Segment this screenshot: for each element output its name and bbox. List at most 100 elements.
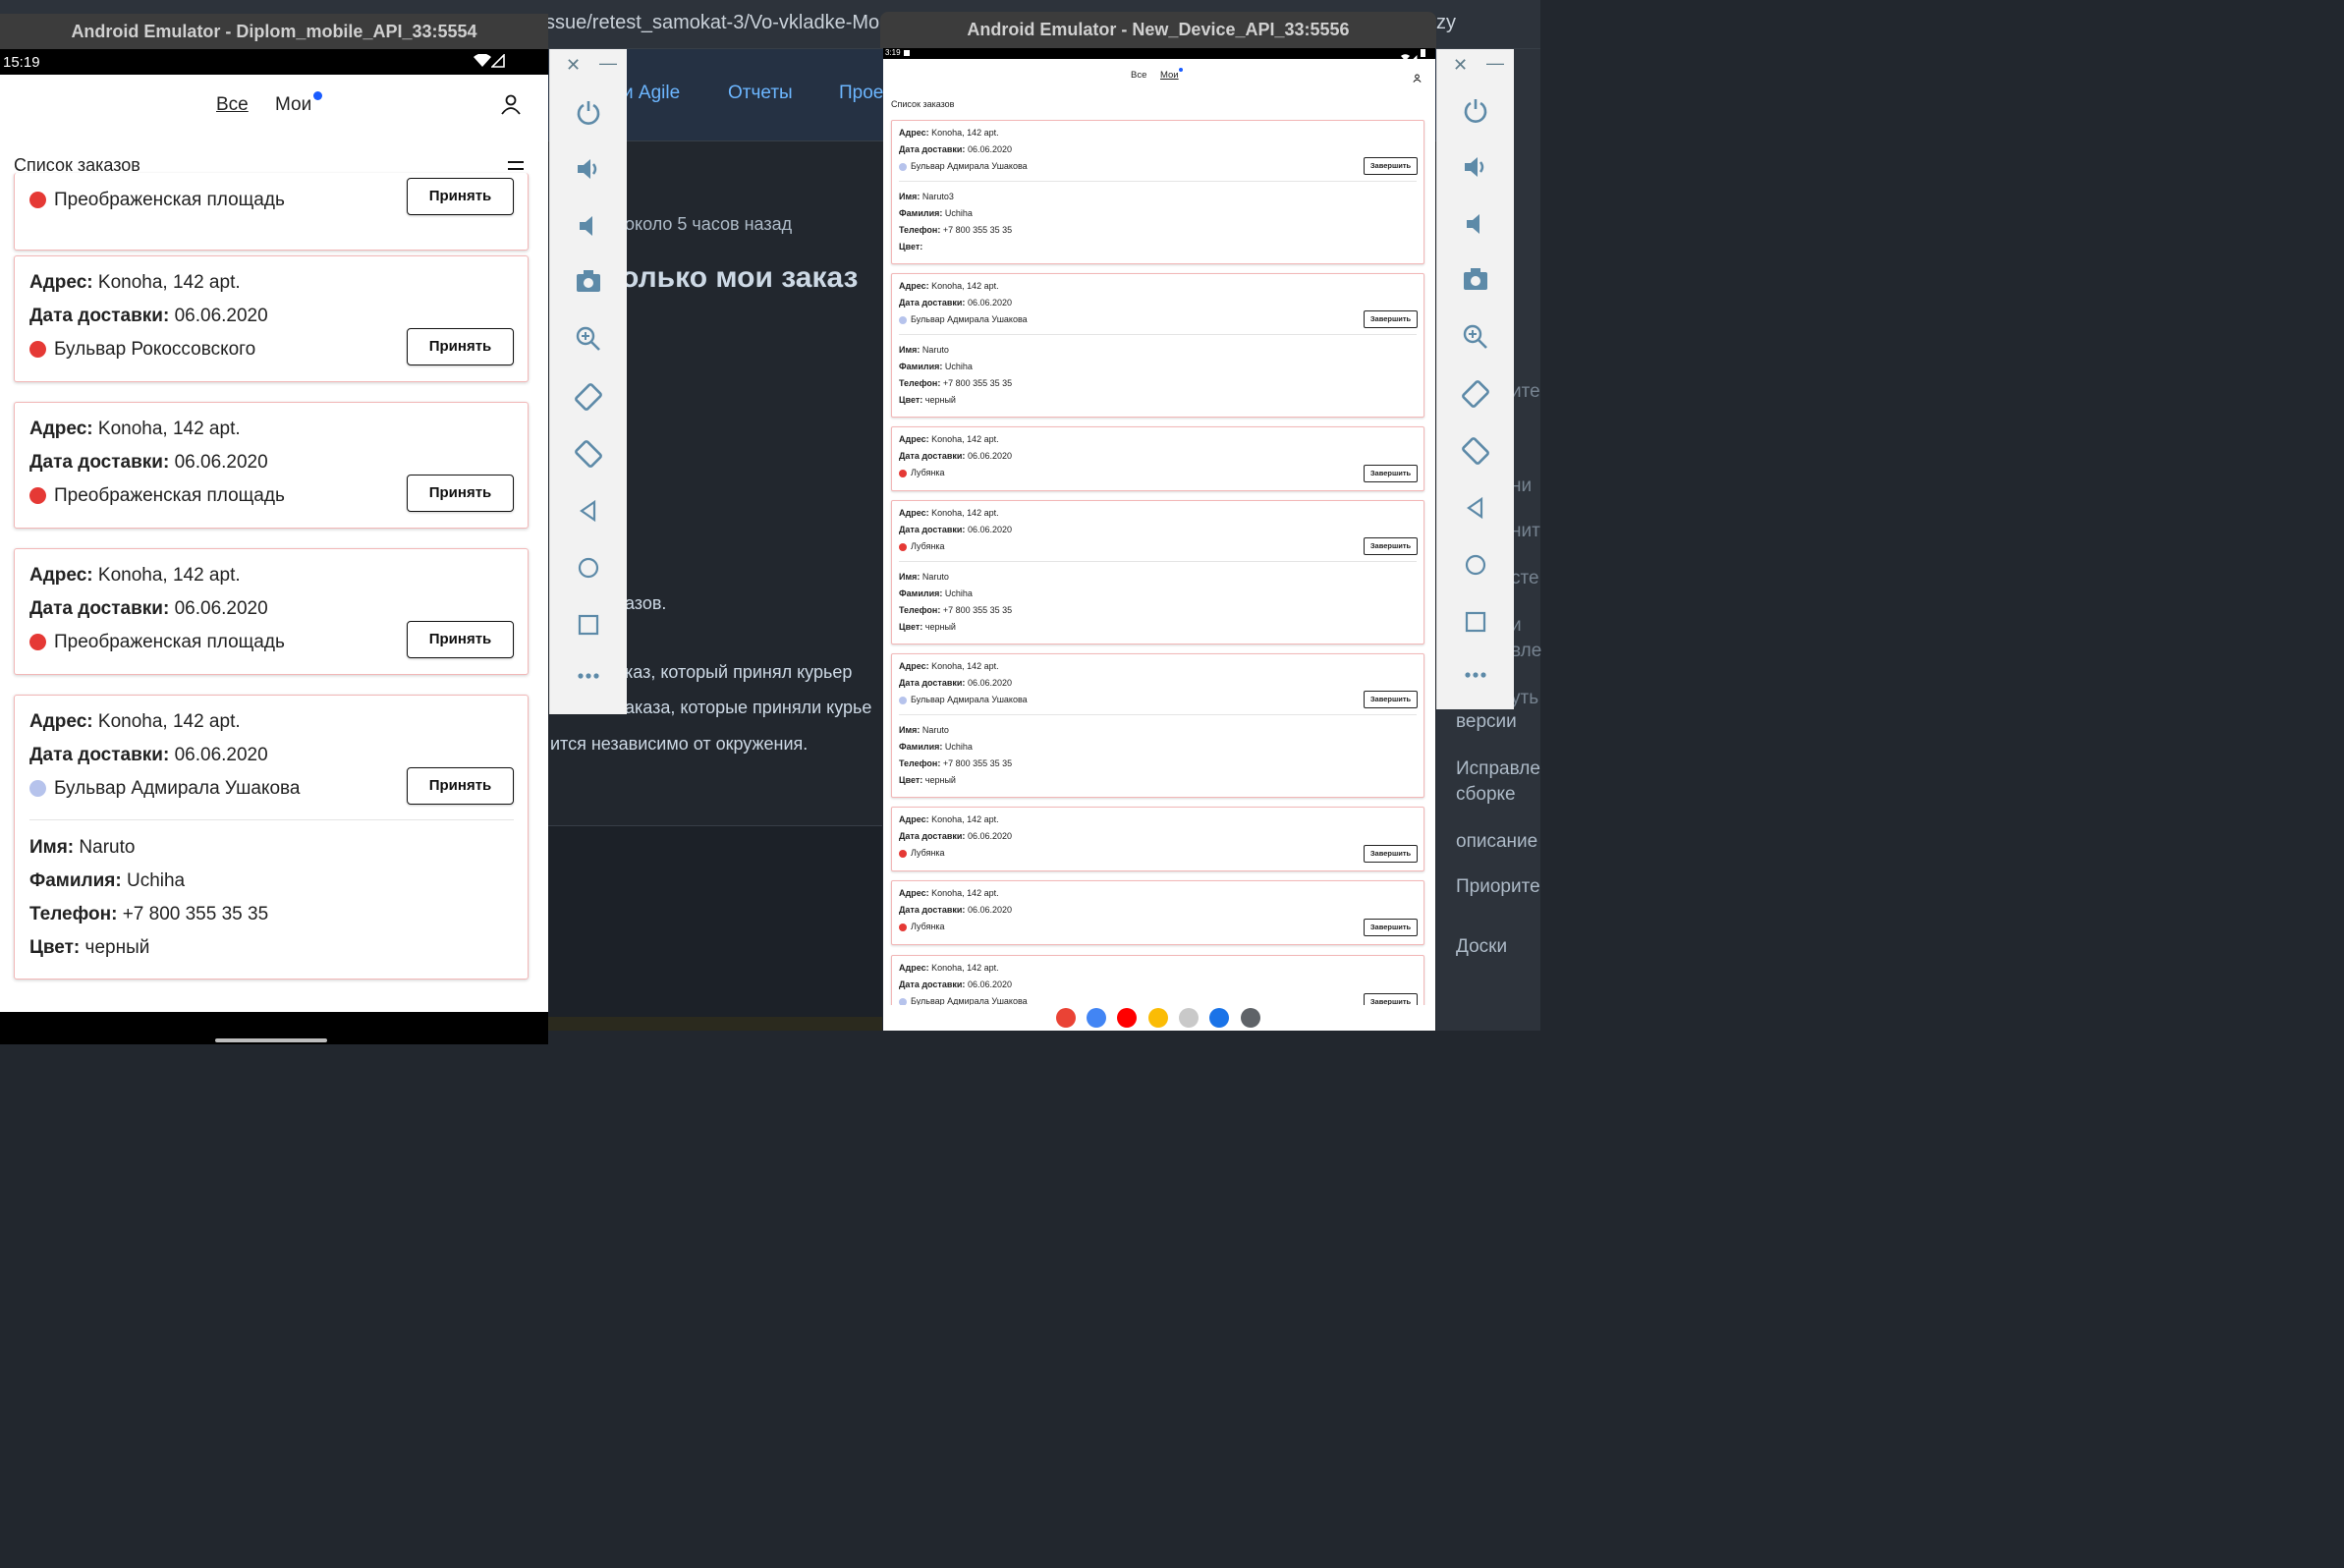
taskbar bbox=[883, 1005, 1435, 1031]
date-value: 06.06.2020 bbox=[967, 144, 1012, 154]
station-dot-icon bbox=[899, 315, 907, 324]
camera-app-icon[interactable] bbox=[1179, 1008, 1199, 1028]
order-address: Адрес: Konoha, 142 apt. bbox=[899, 128, 999, 138]
order-station: Бульвар Рокоссовского bbox=[29, 339, 255, 361]
profile-icon[interactable] bbox=[500, 93, 522, 120]
color-value: черный bbox=[924, 775, 956, 785]
app-drawer-icon[interactable] bbox=[1241, 1008, 1260, 1028]
order-station: Преображенская площадь bbox=[29, 190, 285, 211]
minimize-icon[interactable]: — bbox=[1486, 53, 1504, 74]
order-station: Бульвар Адмирала Ушакова bbox=[899, 314, 1028, 324]
photos-icon[interactable] bbox=[1148, 1008, 1168, 1028]
issue-text-line-1: азов. bbox=[625, 593, 667, 613]
finish-button[interactable]: Завершить bbox=[1364, 691, 1418, 708]
volume-down-icon[interactable] bbox=[575, 212, 602, 240]
issue-text-line-3: аказа, которые приняли курье bbox=[625, 698, 872, 717]
color-value: черный bbox=[924, 395, 956, 405]
finish-button[interactable]: Завершить bbox=[1364, 993, 1418, 1005]
order-station-text: Лубянка bbox=[911, 541, 945, 551]
back-icon[interactable] bbox=[1464, 496, 1487, 520]
sidebar-text[interactable]: описание bbox=[1456, 831, 1537, 853]
accept-button[interactable]: Принять bbox=[407, 621, 514, 658]
accept-button[interactable]: Принять bbox=[407, 178, 514, 215]
back-icon[interactable] bbox=[577, 499, 600, 523]
order-station: Преображенская площадь bbox=[29, 485, 285, 507]
station-dot-icon bbox=[29, 634, 46, 651]
chrome-icon[interactable] bbox=[1087, 1008, 1106, 1028]
address-value: Konoha, 142 apt. bbox=[931, 128, 999, 138]
more-icon[interactable] bbox=[1464, 671, 1487, 679]
volume-up-icon[interactable] bbox=[575, 155, 602, 183]
volume-down-icon[interactable] bbox=[1462, 210, 1489, 238]
accept-button[interactable]: Принять bbox=[407, 767, 514, 805]
finish-button[interactable]: Завершить bbox=[1364, 157, 1418, 175]
order-station-text: Преображенская площадь bbox=[54, 190, 285, 210]
rotate-left-icon[interactable] bbox=[1460, 378, 1491, 410]
station-dot-icon bbox=[899, 849, 907, 858]
finish-button[interactable]: Завершить bbox=[1364, 310, 1418, 328]
surname-label: Фамилия: bbox=[899, 362, 943, 371]
emulator-title: Android Emulator - New_Device_API_33:555… bbox=[880, 12, 1436, 48]
rotate-left-icon[interactable] bbox=[573, 381, 604, 413]
accept-button[interactable]: Принять bbox=[407, 328, 514, 365]
accept-button[interactable]: Принять bbox=[407, 475, 514, 512]
close-icon[interactable]: ✕ bbox=[1453, 55, 1468, 76]
home-icon[interactable] bbox=[1464, 553, 1487, 577]
tab-mine[interactable]: Мои bbox=[1160, 70, 1179, 81]
station-dot-icon bbox=[899, 923, 907, 931]
finish-button[interactable]: Завершить bbox=[1364, 537, 1418, 555]
zoom-icon[interactable] bbox=[575, 325, 602, 353]
nav-link-projects[interactable]: Прое bbox=[839, 83, 883, 104]
sidebar-text[interactable]: версии bbox=[1456, 711, 1517, 733]
browser-url-text[interactable]: ssue/retest_samokat-3/Vo-vkladke-Mo bbox=[545, 12, 879, 34]
overview-icon[interactable] bbox=[1464, 610, 1487, 634]
finish-button[interactable]: Завершить bbox=[1364, 919, 1418, 936]
order-card-expanded: Адрес: Konoha, 142 apt. Дата доставки: 0… bbox=[891, 500, 1424, 644]
tab-all[interactable]: Все bbox=[1131, 70, 1146, 81]
order-station-text: Бульвар Адмирала Ушакова bbox=[911, 695, 1028, 704]
messages-icon[interactable] bbox=[1209, 1008, 1229, 1028]
power-icon[interactable] bbox=[1462, 96, 1489, 124]
station-dot-icon bbox=[899, 469, 907, 477]
address-label: Адрес: bbox=[899, 963, 929, 973]
finish-button[interactable]: Завершить bbox=[1364, 465, 1418, 482]
date-value: 06.06.2020 bbox=[967, 980, 1012, 989]
finish-button[interactable]: Завершить bbox=[1364, 845, 1418, 863]
profile-icon[interactable] bbox=[1413, 70, 1422, 87]
power-icon[interactable] bbox=[575, 98, 602, 126]
courier-surname: Фамилия: Uchiha bbox=[899, 742, 973, 752]
battery-icon bbox=[1421, 49, 1425, 57]
volume-up-icon[interactable] bbox=[1462, 153, 1489, 181]
home-icon[interactable] bbox=[577, 556, 600, 580]
sidebar-text[interactable]: Доски bbox=[1456, 936, 1507, 958]
status-bar: 3:19 bbox=[883, 48, 1435, 61]
nav-link-reports[interactable]: Отчеты bbox=[728, 83, 793, 104]
order-date: Дата доставки: 06.06.2020 bbox=[899, 905, 1012, 915]
home-gesture-handle[interactable] bbox=[215, 1038, 327, 1042]
courier-name: Имя: Naruto3 bbox=[899, 192, 954, 201]
gmail-icon[interactable] bbox=[1056, 1008, 1076, 1028]
sidebar-text[interactable]: Приорите bbox=[1456, 876, 1540, 898]
overview-icon[interactable] bbox=[577, 613, 600, 637]
address-value: Konoha, 142 apt. bbox=[97, 419, 241, 439]
surname-value: Uchiha bbox=[944, 208, 973, 218]
address-label: Адрес: bbox=[899, 888, 929, 898]
more-icon[interactable] bbox=[577, 672, 600, 680]
rotate-right-icon[interactable] bbox=[573, 438, 604, 470]
surname-value: Uchiha bbox=[944, 588, 973, 598]
date-value: 06.06.2020 bbox=[967, 451, 1012, 461]
minimize-icon[interactable]: — bbox=[599, 53, 617, 74]
order-date: Дата доставки: 06.06.2020 bbox=[29, 452, 268, 474]
youtube-icon[interactable] bbox=[1117, 1008, 1137, 1028]
camera-icon[interactable] bbox=[1462, 265, 1489, 293]
rotate-right-icon[interactable] bbox=[1460, 435, 1491, 467]
sidebar-text[interactable]: Исправле bbox=[1456, 758, 1540, 780]
camera-icon[interactable] bbox=[575, 267, 602, 295]
nav-link-agile[interactable]: и Agile bbox=[623, 83, 680, 104]
zoom-icon[interactable] bbox=[1462, 323, 1489, 351]
date-value: 06.06.2020 bbox=[967, 298, 1012, 308]
tab-all[interactable]: Все bbox=[216, 94, 249, 116]
close-icon[interactable]: ✕ bbox=[566, 55, 581, 76]
courier-phone: Телефон: +7 800 355 35 35 bbox=[29, 904, 268, 925]
tab-mine[interactable]: Мои bbox=[275, 94, 311, 116]
